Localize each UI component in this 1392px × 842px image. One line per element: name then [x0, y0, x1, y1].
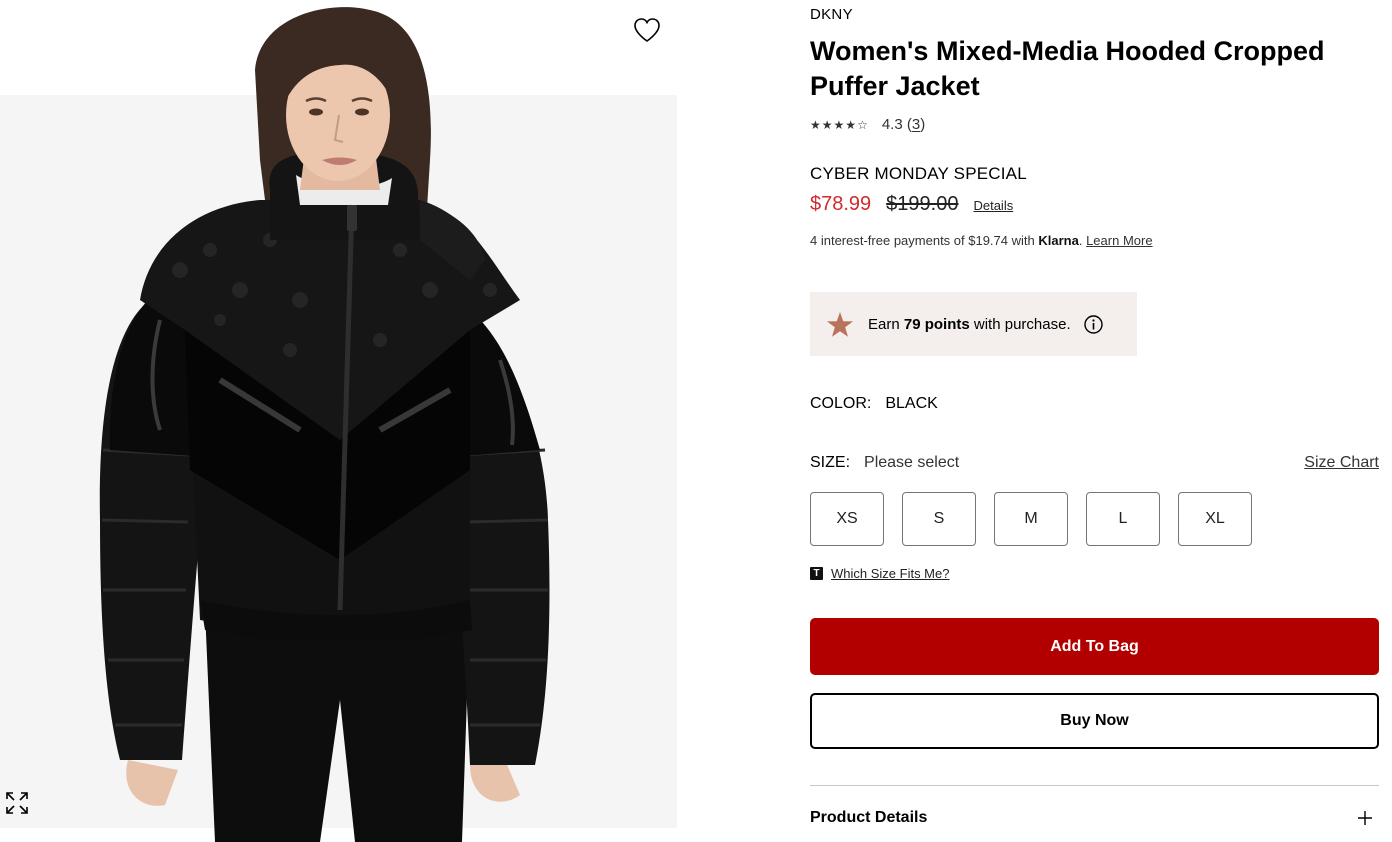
- star-icon: [827, 311, 853, 337]
- color-selector: COLOR: BLACK: [810, 395, 938, 413]
- which-size-fits-link[interactable]: Which Size Fits Me?: [831, 566, 949, 581]
- color-label: COLOR:: [810, 395, 872, 412]
- size-option-xs[interactable]: XS: [810, 492, 884, 546]
- review-count-link[interactable]: 3: [912, 116, 920, 133]
- product-image-gallery: [0, 0, 700, 842]
- klarna-logo: Klarna: [1038, 233, 1079, 248]
- size-option-s[interactable]: S: [902, 492, 976, 546]
- product-details-label: Product Details: [810, 809, 928, 826]
- points-earn: Earn: [868, 315, 900, 333]
- rating-paren-open: (: [902, 116, 912, 133]
- klarna-text: 4 interest-free payments of $19.74 with: [810, 233, 1035, 248]
- buy-now-button[interactable]: Buy Now: [810, 693, 1379, 749]
- star-full-icon: ★: [821, 117, 833, 132]
- expand-image-button[interactable]: [3, 789, 31, 817]
- rating-paren-close: ): [920, 116, 926, 133]
- klarna-dot: .: [1078, 233, 1083, 248]
- product-photo[interactable]: [0, 0, 700, 842]
- color-value: BLACK: [885, 395, 938, 412]
- rating[interactable]: ★ ★ ★ ★ ☆ 4.3 (3): [810, 116, 925, 133]
- add-to-bag-button[interactable]: Add To Bag: [810, 618, 1379, 675]
- size-chart-link[interactable]: Size Chart: [1304, 454, 1379, 472]
- original-price: $199.00: [886, 193, 959, 215]
- divider: [810, 785, 1379, 786]
- size-options: XS S M L XL: [810, 492, 1252, 546]
- price-row: $78.99 $199.00 Details: [810, 193, 1013, 216]
- promo-label: CYBER MONDAY SPECIAL: [810, 164, 1027, 183]
- star-empty-icon: ☆: [857, 117, 868, 132]
- points-amount: 79 points: [903, 315, 970, 333]
- price-details-link[interactable]: Details: [973, 198, 1013, 213]
- size-option-xl[interactable]: XL: [1178, 492, 1252, 546]
- fit-logo-icon: T: [810, 567, 823, 580]
- expand-icon: [6, 792, 28, 814]
- heart-icon: [634, 18, 660, 42]
- points-info-button[interactable]: [1083, 314, 1103, 334]
- rating-stars: ★ ★ ★ ★ ☆: [810, 119, 868, 131]
- plus-icon: [1358, 811, 1372, 825]
- star-full-icon: ★: [833, 117, 845, 132]
- klarna-learn-more-link[interactable]: Learn More: [1086, 233, 1152, 248]
- sale-price: $78.99: [810, 193, 872, 215]
- size-fit-helper: T Which Size Fits Me?: [810, 566, 949, 581]
- points-text: Earn 79 points with purchase.: [868, 316, 1071, 333]
- klarna-message: 4 interest-free payments of $19.74 with …: [810, 233, 1153, 248]
- favorite-button[interactable]: [630, 14, 664, 46]
- size-header: SIZE: Please select Size Chart: [810, 454, 1379, 472]
- product-title: Women's Mixed-Media Hooded Cropped Puffe…: [810, 36, 1325, 101]
- brand-link[interactable]: DKNY: [810, 6, 853, 23]
- size-placeholder: Please select: [864, 454, 960, 471]
- star-full-icon: ★: [845, 117, 857, 132]
- loyalty-points-banner: Earn 79 points with purchase.: [810, 292, 1137, 356]
- points-suffix: with purchase.: [973, 315, 1071, 333]
- info-icon: [1083, 314, 1103, 334]
- size-label: SIZE:: [810, 454, 851, 471]
- rating-value: 4.3: [881, 116, 903, 133]
- size-option-l[interactable]: L: [1086, 492, 1160, 546]
- product-details-accordion[interactable]: Product Details: [810, 806, 1379, 830]
- size-option-m[interactable]: M: [994, 492, 1068, 546]
- star-full-icon: ★: [810, 117, 821, 132]
